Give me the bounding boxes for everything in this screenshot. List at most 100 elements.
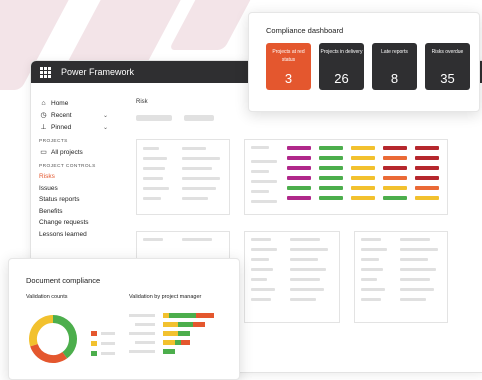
heatmap-cell[interactable]: [351, 196, 375, 200]
tile-value: 26: [334, 71, 349, 86]
legend-swatch: [91, 341, 97, 346]
placeholder-line: [251, 258, 269, 261]
placeholder-line: [251, 248, 277, 251]
app-title: Power Framework: [61, 67, 135, 77]
heatmap-cell[interactable]: [351, 186, 375, 190]
sidebar-item-label: Recent: [51, 111, 72, 119]
heatmap-cell[interactable]: [319, 166, 343, 170]
heatmap-cell[interactable]: [383, 166, 407, 170]
pm-bar-segment: [163, 349, 175, 354]
sidebar-item-all-projects[interactable]: ▭ All projects: [31, 146, 116, 158]
heatmap-cell[interactable]: [383, 186, 407, 190]
heatmap-cell[interactable]: [287, 156, 311, 160]
heatmap-cell[interactable]: [287, 146, 311, 150]
pm-bar-segment: [163, 313, 169, 318]
heatmap-cell[interactable]: [319, 176, 343, 180]
placeholder-line: [143, 187, 169, 190]
heatmap-cell[interactable]: [319, 156, 343, 160]
heatmap-cell[interactable]: [383, 196, 407, 200]
tile-projects-red-status[interactable]: Projects at red status 3: [266, 43, 311, 90]
placeholder-line: [400, 298, 426, 301]
placeholder-line: [251, 288, 275, 291]
heatmap-cell[interactable]: [351, 146, 375, 150]
placeholder-line: [143, 147, 159, 150]
sidebar-item-pinned[interactable]: ⊥ Pinned ⌄: [31, 121, 116, 133]
heatmap-cell[interactable]: [351, 176, 375, 180]
sidebar-item-label: Pinned: [51, 123, 72, 131]
heatmap-cell[interactable]: [415, 186, 439, 190]
sidebar-item-issues[interactable]: Issues: [31, 183, 116, 195]
heatmap-cell[interactable]: [287, 186, 311, 190]
tile-risks-overdue[interactable]: Risks overdue 35: [425, 43, 470, 90]
sidebar-item-risks[interactable]: Risks: [31, 171, 116, 183]
chevron-down-icon: ⌄: [102, 112, 108, 119]
heatmap-cell[interactable]: [415, 176, 439, 180]
placeholder-line: [361, 288, 385, 291]
placeholder-line: [361, 278, 377, 281]
placeholder-line: [182, 187, 216, 190]
pm-name-placeholder: [135, 323, 155, 326]
placeholder-line: [290, 288, 324, 291]
placeholder-line: [400, 258, 428, 261]
sidebar-item-status-reports[interactable]: Status reports: [31, 194, 116, 206]
placeholder-line: [400, 238, 430, 241]
placeholder-line: [182, 197, 208, 200]
pm-name-placeholder: [129, 314, 155, 317]
legend-label: [101, 352, 115, 355]
sidebar-item-lessons-learned[interactable]: Lessons learned: [31, 229, 116, 241]
placeholder-line: [182, 177, 220, 180]
tile-value: 8: [390, 71, 399, 86]
heatmap-cell[interactable]: [383, 176, 407, 180]
placeholder-line: [290, 298, 316, 301]
heatmap-cell[interactable]: [287, 196, 311, 200]
placeholder-line: [400, 278, 430, 281]
app-launcher-icon[interactable]: [40, 66, 51, 78]
validation-by-pm-chart: [129, 313, 214, 354]
sidebar-item-home[interactable]: ⌂ Home: [31, 97, 116, 109]
heatmap-cell[interactable]: [383, 146, 407, 150]
placeholder-line: [251, 170, 269, 173]
placeholder-line: [143, 177, 163, 180]
sidebar-item-recent[interactable]: ◷ Recent ⌄: [31, 109, 116, 121]
placeholder-line: [361, 238, 381, 241]
placeholder-line: [251, 200, 277, 203]
placeholder-line: [251, 146, 269, 149]
chevron-down-icon: ⌄: [102, 124, 108, 131]
sidebar-item-benefits[interactable]: Benefits: [31, 206, 116, 218]
donut-slice: [52, 315, 77, 359]
placeholder-line: [182, 238, 212, 241]
placeholder-line: [251, 190, 269, 193]
donut-slice: [30, 343, 68, 363]
pm-bar-segment: [163, 322, 178, 327]
heatmap-cell[interactable]: [415, 166, 439, 170]
heatmap-cell[interactable]: [319, 196, 343, 200]
heatmap-cell[interactable]: [351, 156, 375, 160]
heatmap-cell[interactable]: [319, 146, 343, 150]
risk-heatmap-card: [244, 139, 448, 215]
heatmap-cell[interactable]: [287, 166, 311, 170]
tile-label: Late reports: [381, 49, 408, 55]
heatmap-cell[interactable]: [415, 146, 439, 150]
placeholder-line: [290, 238, 320, 241]
heatmap-cell[interactable]: [287, 176, 311, 180]
sidebar-item-change-requests[interactable]: Change requests: [31, 217, 116, 229]
filter-chip[interactable]: [136, 115, 172, 121]
placeholder-line: [290, 258, 318, 261]
pm-bar-segment: [193, 322, 205, 327]
tile-projects-in-delivery[interactable]: Projects in delivery 26: [319, 43, 364, 90]
heatmap-cell[interactable]: [319, 186, 343, 190]
placeholder-line: [251, 278, 267, 281]
pm-bar-segment: [169, 313, 196, 318]
tile-late-reports[interactable]: Late reports 8: [372, 43, 417, 90]
filter-chip[interactable]: [184, 115, 214, 121]
risk-list-card: [136, 139, 230, 215]
page-title: Risk: [136, 99, 148, 105]
heatmap-cell[interactable]: [415, 156, 439, 160]
heatmap-cell[interactable]: [351, 166, 375, 170]
placeholder-line: [290, 248, 328, 251]
pm-name-placeholder: [129, 332, 155, 335]
placeholder-line: [251, 160, 277, 163]
heatmap-cell[interactable]: [383, 156, 407, 160]
heatmap-cell[interactable]: [415, 196, 439, 200]
pm-bar-segment: [181, 340, 190, 345]
